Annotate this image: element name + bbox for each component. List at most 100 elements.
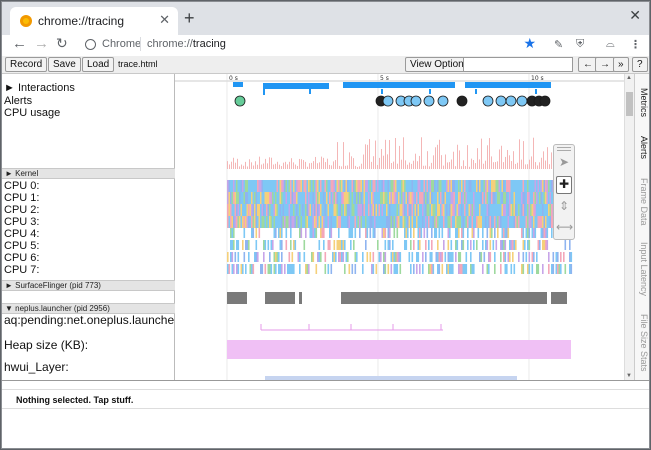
sf-slice[interactable]: [299, 292, 302, 304]
cpu-rows[interactable]: [227, 180, 573, 274]
alert-marker[interactable]: [505, 95, 517, 107]
alert-marker[interactable]: [410, 95, 422, 107]
cpu-slice: [354, 216, 357, 228]
cpu-slice: [327, 240, 330, 250]
cpu-slice: [362, 216, 364, 228]
sf-slice[interactable]: [341, 292, 547, 304]
bookmark-star-icon[interactable]: ★: [523, 35, 536, 52]
interactions-label[interactable]: ► Interactions: [4, 82, 75, 94]
side-tab-file-size-stats[interactable]: File Size Stats: [639, 314, 649, 372]
interaction-slice[interactable]: [309, 89, 311, 94]
interaction-slice[interactable]: [429, 89, 431, 94]
track-scrollbar[interactable]: ▲ ▼: [624, 74, 634, 380]
cpu-slice: [461, 204, 463, 216]
tab-tracing[interactable]: chrome://tracing ✕: [10, 7, 178, 35]
side-tab-frame-data[interactable]: Frame Data: [639, 178, 649, 226]
alert-marker[interactable]: [516, 95, 528, 107]
sf-slice[interactable]: [227, 292, 247, 304]
cpu-slice: [270, 240, 273, 250]
window-close-icon[interactable]: ✕: [629, 7, 641, 24]
interaction-slice[interactable]: [263, 89, 265, 95]
save-button[interactable]: Save: [48, 57, 81, 72]
cpu-slice: [291, 216, 294, 228]
selection-tool-icon[interactable]: ➤: [556, 155, 572, 173]
alert-markers[interactable]: [234, 95, 551, 107]
find-next-button[interactable]: →: [595, 57, 615, 72]
aq-pending-track[interactable]: [260, 324, 443, 331]
scroll-down-icon[interactable]: ▼: [626, 373, 632, 379]
interaction-slice[interactable]: [535, 89, 537, 94]
alert-marker[interactable]: [437, 95, 449, 107]
interaction-slice[interactable]: [475, 89, 477, 94]
cpu-slice: [528, 204, 531, 216]
cpu-slice: [495, 180, 498, 192]
cpu-slice: [477, 216, 480, 228]
timing-tool-icon[interactable]: ⟷: [556, 220, 573, 238]
cpu-usage-bar: [349, 152, 350, 169]
cpu-slice: [477, 204, 480, 216]
cpu-slice: [390, 180, 393, 192]
side-tab-alerts[interactable]: Alerts: [639, 136, 649, 159]
cpu-slice: [501, 216, 504, 228]
extension-icon[interactable]: ✎: [554, 38, 563, 51]
cpu-slice: [471, 204, 474, 216]
back-arrow-icon[interactable]: ←: [12, 35, 27, 52]
alert-marker[interactable]: [495, 95, 507, 107]
cpu-slice: [534, 204, 537, 216]
cpu-slice: [404, 240, 406, 250]
cpu-slice: [500, 180, 502, 192]
cpu-slice: [392, 180, 394, 192]
alert-marker[interactable]: [482, 95, 494, 107]
side-tab-input-latency[interactable]: Input Latency: [639, 242, 649, 296]
cpu-usage-bar: [319, 162, 320, 169]
alert-marker[interactable]: [234, 95, 246, 107]
load-button[interactable]: Load: [82, 57, 115, 72]
interaction-slice[interactable]: [343, 82, 455, 88]
palette-drag-handle[interactable]: [557, 147, 571, 151]
omnibox[interactable]: Chrome chrome://tracing ★: [76, 35, 546, 55]
heap-size-area[interactable]: [227, 340, 571, 359]
menu-icon[interactable]: ⋮: [630, 38, 641, 51]
find-all-button[interactable]: »: [613, 57, 629, 72]
new-tab-icon[interactable]: +: [184, 8, 195, 29]
cpu-slice: [474, 180, 477, 192]
interaction-slice[interactable]: [263, 83, 329, 89]
cpu-slice: [263, 252, 265, 262]
reload-icon[interactable]: ↻: [56, 35, 68, 52]
alert-marker[interactable]: [456, 95, 468, 107]
record-button[interactable]: Record: [5, 57, 48, 72]
surfaceflinger-track[interactable]: [227, 292, 567, 304]
cpu-slice: [522, 216, 525, 228]
alert-marker[interactable]: [382, 95, 394, 107]
cpu-slice: [413, 228, 415, 238]
cpu-slice: [297, 252, 300, 262]
alert-marker[interactable]: [539, 95, 551, 107]
cpu-slice: [369, 192, 372, 204]
alert-marker[interactable]: [423, 95, 435, 107]
incognito-icon[interactable]: ⌓: [606, 38, 615, 51]
cpu-slice: [296, 216, 298, 228]
help-button[interactable]: ?: [632, 57, 648, 72]
cpu-usage-chart[interactable]: [227, 137, 568, 169]
scroll-up-icon[interactable]: ▲: [626, 75, 632, 81]
cpu-slice: [237, 252, 240, 262]
forward-arrow-icon[interactable]: →: [34, 35, 49, 52]
side-tab-metrics[interactable]: Metrics: [639, 88, 649, 117]
pan-tool-icon[interactable]: ✚: [556, 176, 572, 194]
shield-extension-icon[interactable]: ⛨: [576, 38, 584, 51]
interaction-slice[interactable]: [233, 82, 243, 87]
search-input[interactable]: [463, 57, 573, 72]
cpu-slice: [483, 204, 486, 216]
cpu-slice: [461, 180, 463, 192]
interaction-slice[interactable]: [465, 82, 551, 88]
interaction-slice[interactable]: [381, 89, 383, 94]
close-icon[interactable]: ✕: [159, 12, 170, 28]
zoom-tool-icon[interactable]: ⇕: [556, 199, 572, 217]
cpu-slice: [546, 180, 549, 192]
cpu-slice: [476, 204, 478, 216]
scrollbar-thumb[interactable]: [626, 92, 633, 116]
sf-slice[interactable]: [265, 292, 295, 304]
omnibox-url[interactable]: chrome://tracing: [147, 38, 226, 50]
cpu-slice: [503, 216, 505, 228]
sf-slice[interactable]: [551, 292, 567, 304]
